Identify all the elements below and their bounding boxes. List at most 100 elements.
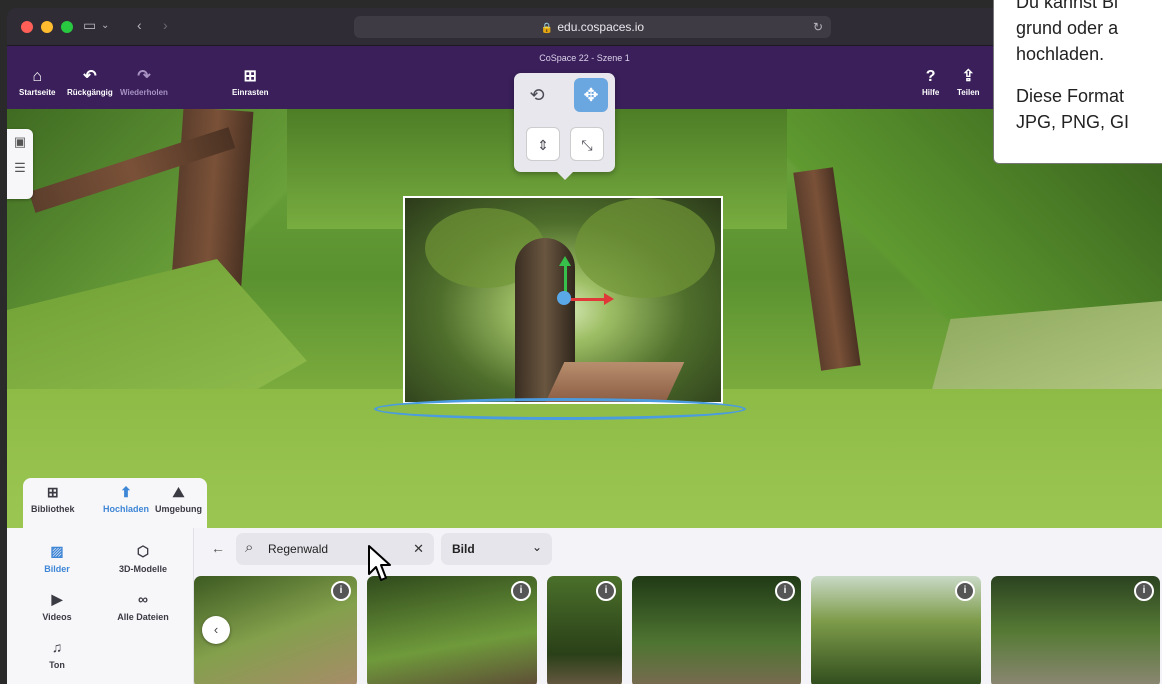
search-value: Regenwald <box>268 542 329 556</box>
image-icon: ▨ <box>50 543 64 559</box>
rotate-icon[interactable]: ⟲ <box>520 78 554 112</box>
info-icon[interactable]: i <box>511 581 531 601</box>
info-icon[interactable]: i <box>955 581 975 601</box>
search-input[interactable]: ⌕ Regenwald ✕ <box>236 533 434 565</box>
lift-icon[interactable]: ⇕ <box>526 127 560 161</box>
share-icon: ⇪ <box>961 68 975 85</box>
help-button[interactable]: ? Hilfe <box>922 68 939 97</box>
photo-foliage <box>575 198 715 298</box>
transform-gizmo-panel: ⟲ ✥ ⇕ ⤡ <box>514 73 615 180</box>
grid-icon: ⊞ <box>243 68 257 85</box>
info-icon[interactable]: i <box>1134 581 1154 601</box>
tooltip-line-4: Diese Format <box>1016 86 1125 106</box>
scene-title: CoSpace 22 - Szene 1 <box>539 53 630 63</box>
category-images-label: Bilder <box>44 564 70 574</box>
chevron-down-icon[interactable]: ⌄ <box>101 20 109 31</box>
snap-label: Einrasten <box>232 88 269 97</box>
x-axis-handle[interactable] <box>565 293 614 305</box>
info-icon[interactable]: i <box>775 581 795 601</box>
tooltip-line-5: JPG, PNG, GI <box>1016 112 1130 132</box>
snap-button[interactable]: ⊞ Einrasten <box>232 68 268 97</box>
category-videos-label: Videos <box>42 612 72 622</box>
back-icon[interactable]: ‹ <box>137 17 142 33</box>
tab-library-label: Bibliothek <box>31 504 75 514</box>
sidebar-icon[interactable]: ▭ <box>83 17 96 34</box>
info-icon[interactable]: i <box>596 581 616 601</box>
list-icon[interactable]: ☰ <box>7 155 33 181</box>
browser-window: ▭ ⌄ ‹ › 🔒 edu.cospaces.io ↻ CoSpace 22 - … <box>7 8 1162 684</box>
redo-button[interactable]: ↷ Wiederholen <box>120 68 168 97</box>
share-label: Teilen <box>957 88 980 97</box>
tooltip-line-2: grund oder a <box>1016 18 1119 38</box>
minimize-window-button[interactable] <box>41 21 53 33</box>
category-sound[interactable]: ♫ Ton <box>17 638 97 670</box>
home-label: Startseite <box>19 88 56 97</box>
scene-canvas[interactable]: ▣ ☰ <box>7 109 1162 529</box>
image-gallery-icon[interactable]: ▣ <box>7 129 33 155</box>
category-sidebar: ▨ Bilder ⬡ 3D-Modelle ▶ Videos ∞ Alle Da… <box>7 528 194 684</box>
category-images[interactable]: ▨ Bilder <box>17 542 97 574</box>
tab-upload-label: Hochladen <box>103 504 150 514</box>
category-sound-label: Ton <box>49 660 65 670</box>
library-icon: ⊞ <box>46 484 59 500</box>
type-filter-select[interactable]: Bild ⌄ <box>441 533 552 565</box>
video-icon: ▶ <box>51 591 63 607</box>
tab-environment-label: Umgebung <box>155 504 202 514</box>
cube-icon: ⬡ <box>136 543 150 559</box>
category-3d-models[interactable]: ⬡ 3D-Modelle <box>103 542 183 574</box>
bottom-tab-bar: ⊞ Bibliothek ⬆ Hochladen ⛰ Umgebung <box>23 478 207 528</box>
type-filter-value: Bild <box>452 542 475 556</box>
upload-help-tooltip: Du kannst Bi grund oder a hochladen. Die… <box>993 0 1162 164</box>
upload-icon: ⬆ <box>120 484 132 500</box>
infinity-icon: ∞ <box>138 591 148 607</box>
thumbnail[interactable]: i <box>991 576 1160 684</box>
side-toolbar: ▣ ☰ <box>7 129 33 199</box>
tab-upload[interactable]: ⬆ Hochladen <box>103 484 149 514</box>
music-icon: ♫ <box>51 639 63 655</box>
thumbnail[interactable]: i <box>811 576 981 684</box>
axis-origin-handle[interactable] <box>557 291 571 305</box>
landscape-icon: ⛰ <box>172 484 185 500</box>
chevron-down-icon: ⌄ <box>531 540 542 554</box>
scale-icon[interactable]: ⤡ <box>570 127 604 161</box>
reload-icon[interactable]: ↻ <box>813 16 823 38</box>
tooltip-line-1: Du kannst Bi <box>1016 0 1119 12</box>
undo-label: Rückgängig <box>67 88 113 97</box>
undo-icon: ↶ <box>83 68 97 85</box>
category-all-files-label: Alle Dateien <box>117 612 169 622</box>
panel-pointer <box>556 171 574 180</box>
forward-icon[interactable]: › <box>163 17 168 33</box>
move-icon[interactable]: ✥ <box>574 78 608 112</box>
tooltip-line-3: hochladen. <box>1016 44 1105 64</box>
help-label: Hilfe <box>922 88 940 97</box>
thumbnail[interactable]: i <box>547 576 622 684</box>
thumbnail[interactable]: i <box>632 576 801 684</box>
image-results: i i i i i i <box>194 576 1162 684</box>
category-videos[interactable]: ▶ Videos <box>17 590 97 622</box>
redo-icon: ↷ <box>137 68 151 85</box>
help-icon: ? <box>925 68 936 85</box>
clear-icon[interactable]: ✕ <box>413 541 424 557</box>
thumbnail[interactable]: i <box>367 576 537 684</box>
category-models-label: 3D-Modelle <box>118 564 167 574</box>
scroll-left-button[interactable]: ‹ <box>202 616 230 644</box>
search-icon: ⌕ <box>245 539 254 556</box>
home-button[interactable]: ⌂ Startseite <box>19 68 55 97</box>
home-icon: ⌂ <box>32 68 43 85</box>
close-window-button[interactable] <box>21 21 33 33</box>
share-button[interactable]: ⇪ Teilen <box>957 68 980 97</box>
undo-button[interactable]: ↶ Rückgängig <box>67 68 113 97</box>
browser-titlebar: ▭ ⌄ ‹ › 🔒 edu.cospaces.io ↻ <box>7 8 1162 46</box>
info-icon[interactable]: i <box>331 581 351 601</box>
category-all-files[interactable]: ∞ Alle Dateien <box>103 590 183 622</box>
zoom-window-button[interactable] <box>61 21 73 33</box>
photo-path <box>545 362 685 402</box>
back-arrow-icon[interactable]: ← <box>211 540 225 556</box>
selection-ring[interactable] <box>374 398 746 420</box>
tab-library[interactable]: ⊞ Bibliothek <box>31 484 75 514</box>
mouse-cursor-icon <box>368 545 391 581</box>
lock-icon: 🔒 <box>540 23 554 34</box>
address-bar[interactable]: 🔒 edu.cospaces.io ↻ <box>354 16 831 38</box>
tab-environment[interactable]: ⛰ Umgebung <box>155 484 202 514</box>
upload-panel: ▨ Bilder ⬡ 3D-Modelle ▶ Videos ∞ Alle Da… <box>7 528 1162 684</box>
